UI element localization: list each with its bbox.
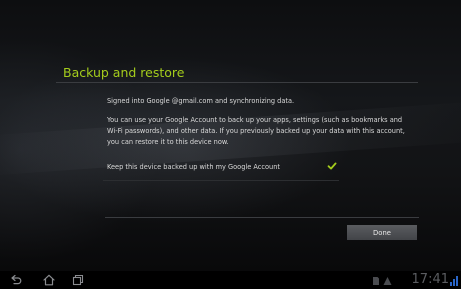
footer-divider	[105, 217, 419, 218]
setup-screen: Backup and restore Signed into Google @g…	[0, 0, 461, 289]
status-area: 17:41	[366, 271, 461, 289]
backup-checkbox-label: Keep this device backed up with my Googl…	[107, 163, 280, 171]
backup-description: You can use your Google Account to back …	[107, 116, 405, 146]
checkmark-icon[interactable]	[327, 161, 337, 171]
warning-icon	[383, 277, 392, 285]
done-button[interactable]: Done	[347, 225, 417, 240]
page-title: Backup and restore	[63, 65, 185, 80]
signed-in-text: Signed into Google @gmail.com and synchr…	[107, 97, 295, 105]
sd-card-icon	[373, 277, 379, 285]
checkbox-divider	[103, 180, 339, 181]
status-clock: 17:41	[411, 272, 449, 287]
home-icon[interactable]	[42, 273, 56, 287]
back-icon[interactable]	[9, 273, 23, 287]
wifi-signal-icon	[450, 276, 458, 286]
recent-apps-icon[interactable]	[71, 273, 85, 287]
title-divider	[56, 82, 418, 83]
backup-checkbox-row[interactable]: Keep this device backed up with my Googl…	[103, 158, 339, 180]
